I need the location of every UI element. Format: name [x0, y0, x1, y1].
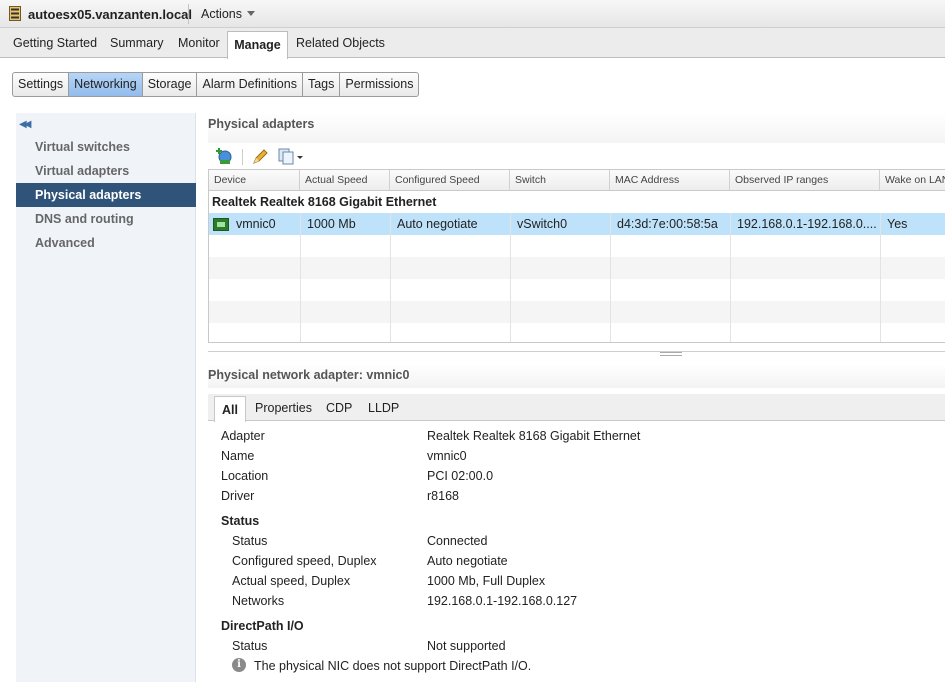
location-label: Location [221, 469, 269, 483]
empty-row [209, 257, 945, 279]
host-server-icon [9, 6, 21, 21]
subtab-networking[interactable]: Networking [69, 73, 143, 96]
column-divider [880, 213, 881, 342]
subtab-permissions[interactable]: Permissions [340, 73, 418, 96]
networks-value: 192.168.0.1-192.168.0.127 [427, 594, 578, 608]
network-card-icon [213, 218, 229, 231]
physical-adapters-table: Device Actual Speed Configured Speed Swi… [208, 169, 945, 343]
nav-virtual-switches[interactable]: Virtual switches [16, 135, 196, 159]
configured-speed-label: Configured speed, Duplex [232, 554, 377, 568]
configured-speed-value: Auto negotiate [427, 554, 508, 568]
detail-tab-cdp[interactable]: CDP [326, 401, 352, 415]
splitter-grip-icon[interactable] [660, 352, 682, 356]
adapter-label: Adapter [221, 429, 265, 443]
tab-related-objects[interactable]: Related Objects [296, 36, 385, 50]
main-tabs: Getting Started Summary Monitor Manage R… [0, 28, 945, 59]
content-header [208, 113, 945, 143]
networking-nav: ◀◀ Virtual switches Virtual adapters Phy… [16, 113, 196, 682]
toolbar-separator [242, 149, 243, 165]
adapter-group-label: Realtek Realtek 8168 Gigabit Ethernet [212, 195, 437, 209]
cell-actual-speed: 1000 Mb [307, 217, 356, 231]
collapse-panel-icon[interactable]: ◀◀ [19, 119, 32, 130]
name-value: vmnic0 [427, 449, 467, 463]
col-wake-on-lan[interactable]: Wake on LAN [880, 170, 945, 191]
directpath-note: The physical NIC does not support Direct… [254, 659, 532, 673]
sub-tabs: Settings Networking Storage Alarm Defini… [12, 72, 420, 97]
subtab-storage[interactable]: Storage [143, 73, 198, 96]
panel-splitter[interactable] [208, 351, 945, 356]
directpath-status-label: Status [232, 639, 268, 653]
cell-configured-speed: Auto negotiate [397, 217, 478, 231]
detail-tab-lldp[interactable]: LLDP [368, 401, 399, 415]
tab-manage[interactable]: Manage [227, 31, 288, 59]
nav-virtual-adapters[interactable]: Virtual adapters [16, 159, 196, 183]
col-mac-address[interactable]: MAC Address [610, 170, 730, 191]
col-device[interactable]: Device [209, 170, 300, 191]
add-adapter-icon[interactable] [216, 148, 234, 166]
caret-down-icon [247, 11, 255, 16]
subtab-tags[interactable]: Tags [303, 73, 341, 96]
detail-tabs: All Properties CDP LLDP [208, 394, 945, 422]
info-icon: i [232, 658, 246, 672]
tab-monitor[interactable]: Monitor [178, 36, 220, 50]
cell-switch: vSwitch0 [517, 217, 568, 231]
adapter-group-row: Realtek Realtek 8168 Gigabit Ethernet [209, 191, 945, 213]
nav-dns-and-routing[interactable]: DNS and routing [16, 207, 196, 231]
title-separator [188, 4, 189, 24]
driver-label: Driver [221, 489, 255, 503]
nav-advanced[interactable]: Advanced [16, 231, 196, 255]
location-value: PCI 02:00.0 [427, 469, 494, 483]
nav-physical-adapters[interactable]: Physical adapters [16, 183, 196, 207]
physical-adapters-title: Physical adapters [208, 117, 315, 131]
cell-wake-on-lan: Yes [887, 217, 908, 231]
copy-dropdown-icon[interactable] [278, 148, 306, 166]
empty-row [209, 301, 945, 323]
actions-menu-button[interactable]: Actions [201, 7, 255, 21]
detail-tab-all[interactable]: All [214, 396, 246, 422]
tab-getting-started[interactable]: Getting Started [13, 36, 97, 50]
column-divider [730, 213, 731, 342]
driver-value: r8168 [427, 489, 459, 503]
empty-row [209, 235, 945, 257]
cell-device: vmnic0 [236, 217, 276, 231]
networks-label: Networks [232, 594, 285, 608]
empty-row [209, 323, 945, 342]
actions-label: Actions [201, 7, 242, 21]
column-divider [300, 213, 301, 342]
col-actual-speed[interactable]: Actual Speed [300, 170, 390, 191]
empty-row [209, 279, 945, 301]
detail-title: Physical network adapter: vmnic0 [208, 368, 410, 382]
column-divider [510, 213, 511, 342]
table-row[interactable]: vmnic0 1000 Mb Auto negotiate vSwitch0 d… [209, 213, 945, 235]
subtab-alarm-definitions[interactable]: Alarm Definitions [197, 73, 303, 96]
actual-speed-label: Actual speed, Duplex [232, 574, 351, 588]
host-title: autoesx05.vanzanten.local [28, 7, 193, 22]
directpath-status-value: Not supported [427, 639, 506, 653]
edit-pencil-icon[interactable] [251, 148, 269, 166]
adapters-toolbar [208, 146, 945, 168]
column-divider [390, 213, 391, 342]
cell-ip-ranges: 192.168.0.1-192.168.0.... [737, 217, 877, 231]
detail-tab-properties[interactable]: Properties [255, 401, 312, 415]
column-divider [610, 213, 611, 342]
col-observed-ip-ranges[interactable]: Observed IP ranges [730, 170, 880, 191]
status-section-heading: Status [221, 514, 260, 528]
cell-mac-address: d4:3d:7e:00:58:5a [617, 217, 718, 231]
adapter-value: Realtek Realtek 8168 Gigabit Ethernet [427, 429, 641, 443]
table-header: Device Actual Speed Configured Speed Swi… [209, 170, 945, 191]
name-label: Name [221, 449, 255, 463]
actual-speed-value: 1000 Mb, Full Duplex [427, 574, 546, 588]
status-label: Status [232, 534, 268, 548]
subtab-settings[interactable]: Settings [13, 73, 70, 96]
status-value: Connected [427, 534, 488, 548]
col-configured-speed[interactable]: Configured Speed [390, 170, 510, 191]
title-bar: autoesx05.vanzanten.local Actions [0, 0, 945, 28]
tab-summary[interactable]: Summary [110, 36, 163, 50]
col-switch[interactable]: Switch [510, 170, 610, 191]
directpath-section-heading: DirectPath I/O [221, 619, 304, 633]
